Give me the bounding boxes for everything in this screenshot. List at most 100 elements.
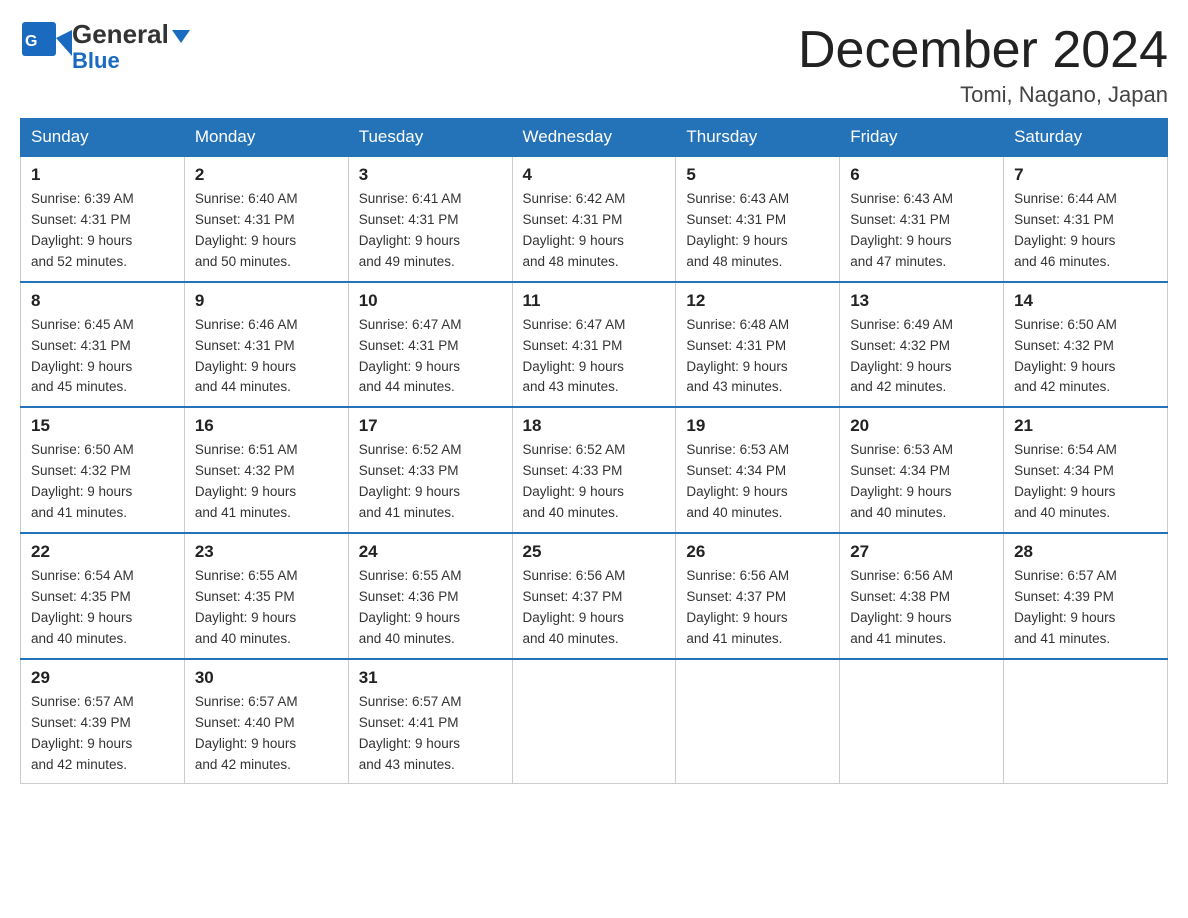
calendar-cell: 8 Sunrise: 6:45 AMSunset: 4:31 PMDayligh…: [21, 282, 185, 408]
day-info: Sunrise: 6:41 AMSunset: 4:31 PMDaylight:…: [359, 191, 462, 269]
page-header: G General Blue December 2024 Tomi, Nagan…: [20, 20, 1168, 108]
calendar-cell: 17 Sunrise: 6:52 AMSunset: 4:33 PMDaylig…: [348, 407, 512, 533]
day-info: Sunrise: 6:56 AMSunset: 4:37 PMDaylight:…: [523, 568, 626, 646]
day-info: Sunrise: 6:43 AMSunset: 4:31 PMDaylight:…: [850, 191, 953, 269]
calendar-cell: 10 Sunrise: 6:47 AMSunset: 4:31 PMDaylig…: [348, 282, 512, 408]
day-number: 25: [523, 542, 666, 562]
calendar-cell: [676, 659, 840, 784]
calendar-cell: 7 Sunrise: 6:44 AMSunset: 4:31 PMDayligh…: [1004, 156, 1168, 282]
day-number: 19: [686, 416, 829, 436]
logo-icon: G: [20, 20, 72, 72]
day-info: Sunrise: 6:42 AMSunset: 4:31 PMDaylight:…: [523, 191, 626, 269]
day-number: 22: [31, 542, 174, 562]
month-year-title: December 2024: [798, 20, 1168, 80]
day-number: 12: [686, 291, 829, 311]
day-number: 24: [359, 542, 502, 562]
calendar-cell: 19 Sunrise: 6:53 AMSunset: 4:34 PMDaylig…: [676, 407, 840, 533]
day-number: 18: [523, 416, 666, 436]
logo-general-text: General: [72, 20, 190, 49]
day-number: 4: [523, 165, 666, 185]
calendar-cell: 25 Sunrise: 6:56 AMSunset: 4:37 PMDaylig…: [512, 533, 676, 659]
day-info: Sunrise: 6:53 AMSunset: 4:34 PMDaylight:…: [686, 442, 789, 520]
calendar-header-row: SundayMondayTuesdayWednesdayThursdayFrid…: [21, 119, 1168, 157]
weekday-header-thursday: Thursday: [676, 119, 840, 157]
calendar-cell: 20 Sunrise: 6:53 AMSunset: 4:34 PMDaylig…: [840, 407, 1004, 533]
calendar-cell: 11 Sunrise: 6:47 AMSunset: 4:31 PMDaylig…: [512, 282, 676, 408]
calendar-cell: 23 Sunrise: 6:55 AMSunset: 4:35 PMDaylig…: [184, 533, 348, 659]
day-info: Sunrise: 6:50 AMSunset: 4:32 PMDaylight:…: [31, 442, 134, 520]
day-info: Sunrise: 6:49 AMSunset: 4:32 PMDaylight:…: [850, 317, 953, 395]
day-number: 23: [195, 542, 338, 562]
calendar-cell: 22 Sunrise: 6:54 AMSunset: 4:35 PMDaylig…: [21, 533, 185, 659]
day-info: Sunrise: 6:57 AMSunset: 4:39 PMDaylight:…: [1014, 568, 1117, 646]
day-info: Sunrise: 6:47 AMSunset: 4:31 PMDaylight:…: [359, 317, 462, 395]
day-number: 27: [850, 542, 993, 562]
day-number: 29: [31, 668, 174, 688]
calendar-cell: 28 Sunrise: 6:57 AMSunset: 4:39 PMDaylig…: [1004, 533, 1168, 659]
calendar-cell: 21 Sunrise: 6:54 AMSunset: 4:34 PMDaylig…: [1004, 407, 1168, 533]
calendar-cell: 24 Sunrise: 6:55 AMSunset: 4:36 PMDaylig…: [348, 533, 512, 659]
day-number: 7: [1014, 165, 1157, 185]
calendar-cell: 31 Sunrise: 6:57 AMSunset: 4:41 PMDaylig…: [348, 659, 512, 784]
day-number: 21: [1014, 416, 1157, 436]
day-info: Sunrise: 6:43 AMSunset: 4:31 PMDaylight:…: [686, 191, 789, 269]
day-number: 15: [31, 416, 174, 436]
calendar-cell: 2 Sunrise: 6:40 AMSunset: 4:31 PMDayligh…: [184, 156, 348, 282]
day-info: Sunrise: 6:57 AMSunset: 4:40 PMDaylight:…: [195, 694, 298, 772]
day-info: Sunrise: 6:51 AMSunset: 4:32 PMDaylight:…: [195, 442, 298, 520]
day-info: Sunrise: 6:52 AMSunset: 4:33 PMDaylight:…: [359, 442, 462, 520]
weekday-header-tuesday: Tuesday: [348, 119, 512, 157]
calendar-cell: 18 Sunrise: 6:52 AMSunset: 4:33 PMDaylig…: [512, 407, 676, 533]
day-info: Sunrise: 6:55 AMSunset: 4:36 PMDaylight:…: [359, 568, 462, 646]
calendar-cell: [1004, 659, 1168, 784]
calendar-cell: 29 Sunrise: 6:57 AMSunset: 4:39 PMDaylig…: [21, 659, 185, 784]
day-info: Sunrise: 6:57 AMSunset: 4:39 PMDaylight:…: [31, 694, 134, 772]
logo-blue-text: Blue: [72, 49, 190, 73]
calendar-cell: 4 Sunrise: 6:42 AMSunset: 4:31 PMDayligh…: [512, 156, 676, 282]
day-info: Sunrise: 6:52 AMSunset: 4:33 PMDaylight:…: [523, 442, 626, 520]
calendar-table: SundayMondayTuesdayWednesdayThursdayFrid…: [20, 118, 1168, 784]
day-info: Sunrise: 6:53 AMSunset: 4:34 PMDaylight:…: [850, 442, 953, 520]
calendar-cell: 14 Sunrise: 6:50 AMSunset: 4:32 PMDaylig…: [1004, 282, 1168, 408]
calendar-week-row: 8 Sunrise: 6:45 AMSunset: 4:31 PMDayligh…: [21, 282, 1168, 408]
calendar-cell: 12 Sunrise: 6:48 AMSunset: 4:31 PMDaylig…: [676, 282, 840, 408]
location-subtitle: Tomi, Nagano, Japan: [798, 82, 1168, 108]
weekday-header-monday: Monday: [184, 119, 348, 157]
weekday-header-friday: Friday: [840, 119, 1004, 157]
day-info: Sunrise: 6:39 AMSunset: 4:31 PMDaylight:…: [31, 191, 134, 269]
day-info: Sunrise: 6:46 AMSunset: 4:31 PMDaylight:…: [195, 317, 298, 395]
weekday-header-saturday: Saturday: [1004, 119, 1168, 157]
calendar-cell: 16 Sunrise: 6:51 AMSunset: 4:32 PMDaylig…: [184, 407, 348, 533]
calendar-cell: 3 Sunrise: 6:41 AMSunset: 4:31 PMDayligh…: [348, 156, 512, 282]
day-number: 14: [1014, 291, 1157, 311]
day-number: 16: [195, 416, 338, 436]
day-info: Sunrise: 6:54 AMSunset: 4:34 PMDaylight:…: [1014, 442, 1117, 520]
day-number: 5: [686, 165, 829, 185]
day-info: Sunrise: 6:50 AMSunset: 4:32 PMDaylight:…: [1014, 317, 1117, 395]
day-number: 30: [195, 668, 338, 688]
calendar-cell: 27 Sunrise: 6:56 AMSunset: 4:38 PMDaylig…: [840, 533, 1004, 659]
day-info: Sunrise: 6:48 AMSunset: 4:31 PMDaylight:…: [686, 317, 789, 395]
day-number: 3: [359, 165, 502, 185]
calendar-cell: [512, 659, 676, 784]
day-number: 26: [686, 542, 829, 562]
calendar-cell: 30 Sunrise: 6:57 AMSunset: 4:40 PMDaylig…: [184, 659, 348, 784]
day-number: 31: [359, 668, 502, 688]
day-number: 20: [850, 416, 993, 436]
calendar-cell: 26 Sunrise: 6:56 AMSunset: 4:37 PMDaylig…: [676, 533, 840, 659]
weekday-header-sunday: Sunday: [21, 119, 185, 157]
logo: G General Blue: [20, 20, 190, 73]
weekday-header-wednesday: Wednesday: [512, 119, 676, 157]
calendar-cell: 5 Sunrise: 6:43 AMSunset: 4:31 PMDayligh…: [676, 156, 840, 282]
calendar-week-row: 1 Sunrise: 6:39 AMSunset: 4:31 PMDayligh…: [21, 156, 1168, 282]
calendar-cell: 6 Sunrise: 6:43 AMSunset: 4:31 PMDayligh…: [840, 156, 1004, 282]
day-info: Sunrise: 6:56 AMSunset: 4:37 PMDaylight:…: [686, 568, 789, 646]
day-number: 1: [31, 165, 174, 185]
calendar-cell: 1 Sunrise: 6:39 AMSunset: 4:31 PMDayligh…: [21, 156, 185, 282]
day-number: 13: [850, 291, 993, 311]
day-number: 6: [850, 165, 993, 185]
day-info: Sunrise: 6:44 AMSunset: 4:31 PMDaylight:…: [1014, 191, 1117, 269]
day-info: Sunrise: 6:40 AMSunset: 4:31 PMDaylight:…: [195, 191, 298, 269]
calendar-cell: [840, 659, 1004, 784]
day-number: 17: [359, 416, 502, 436]
